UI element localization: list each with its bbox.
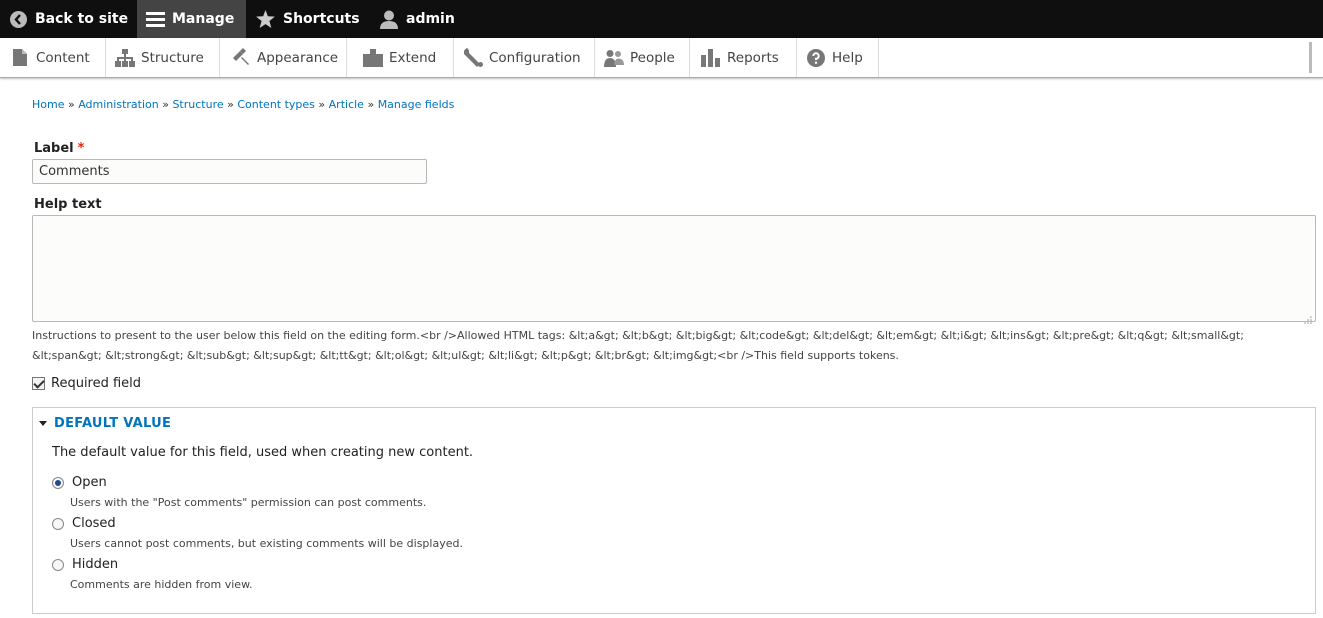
user-label: admin (406, 11, 455, 27)
admin-toolbar: Back to site Manage Shortcuts admin (0, 0, 1323, 38)
help-text-textarea[interactable] (32, 215, 1316, 324)
help-text-title: Help text (34, 197, 102, 212)
manage-tab[interactable]: Manage (137, 0, 246, 38)
tray-item-label: Help (832, 49, 863, 66)
tray-item-content[interactable]: Content (0, 38, 106, 77)
manage-label: Manage (172, 11, 235, 27)
star-icon (256, 10, 275, 28)
breadcrumb: Home » Administration » Structure » Cont… (32, 98, 454, 111)
tray-item-label: Extend (389, 49, 437, 66)
radio-description: Comments are hidden from view. (70, 578, 253, 591)
people-icon (604, 48, 624, 68)
tray-item-appearance[interactable]: Appearance (220, 38, 347, 77)
breadcrumb-separator: » (227, 98, 234, 111)
breadcrumb-manage-fields[interactable]: Manage fields (378, 98, 455, 111)
radio-description: Users with the "Post comments" permissio… (70, 496, 427, 509)
radio-label: Closed (72, 516, 116, 531)
tray-item-configuration[interactable]: Configuration (454, 38, 595, 77)
back-to-site-label: Back to site (35, 11, 129, 27)
tray-item-label: People (630, 49, 675, 66)
tray-item-label: Reports (727, 49, 779, 66)
sitemap-icon (115, 48, 135, 68)
default-value-toggle[interactable]: DEFAULT VALUE (39, 416, 171, 431)
radio-closed[interactable]: Closed (52, 516, 116, 531)
breadcrumb-administration[interactable]: Administration (78, 98, 159, 111)
tray-orientation-toggle[interactable] (1309, 42, 1312, 73)
radio-label: Open (72, 475, 107, 490)
breadcrumb-article[interactable]: Article (329, 98, 364, 111)
required-field-label: Required field (51, 376, 142, 391)
label-title-text: Label (34, 141, 74, 156)
file-icon (10, 48, 30, 68)
wrench-icon (463, 48, 483, 68)
admin-tray: Content Structure Appearance Extend Conf… (0, 38, 1323, 78)
label-field-title: Label * (34, 141, 84, 156)
radio-description: Users cannot post comments, but existing… (70, 537, 463, 550)
tray-item-reports[interactable]: Reports (690, 38, 797, 77)
breadcrumb-content-types[interactable]: Content types (237, 98, 315, 111)
required-marker: * (77, 141, 85, 156)
required-field-checkbox[interactable] (32, 377, 45, 390)
breadcrumb-structure[interactable]: Structure (172, 98, 223, 111)
breadcrumb-separator: » (367, 98, 375, 111)
shortcuts-label: Shortcuts (283, 11, 360, 27)
radio-label: Hidden (72, 557, 119, 572)
user-icon (380, 10, 398, 29)
breadcrumb-separator: » (67, 98, 75, 111)
tray-item-people[interactable]: People (595, 38, 690, 77)
paintbrush-icon (231, 48, 251, 68)
default-value-description: The default value for this field, used w… (52, 445, 474, 460)
default-value-legend: DEFAULT VALUE (54, 416, 172, 431)
puzzle-icon (363, 48, 383, 68)
tray-item-extend[interactable]: Extend (347, 38, 454, 77)
breadcrumb-separator: » (162, 98, 169, 111)
resize-grip-icon[interactable] (1303, 309, 1312, 324)
tray-item-label: Content (36, 49, 90, 66)
default-value-fieldset: DEFAULT VALUE The default value for this… (32, 407, 1316, 614)
tray-item-label: Structure (141, 49, 204, 66)
radio-open[interactable]: Open (52, 475, 107, 490)
radio-button-closed[interactable] (52, 517, 64, 530)
hamburger-icon (146, 11, 165, 28)
back-arrow-icon (10, 10, 27, 28)
help-icon (806, 48, 826, 68)
label-input[interactable] (32, 159, 427, 184)
back-to-site-link[interactable]: Back to site (0, 0, 136, 38)
tray-item-help[interactable]: Help (797, 38, 879, 77)
breadcrumb-separator: » (318, 98, 326, 111)
tray-item-structure[interactable]: Structure (106, 38, 220, 77)
caret-down-icon (39, 421, 47, 426)
tray-item-label: Appearance (257, 49, 339, 66)
bar-chart-icon (701, 48, 721, 68)
radio-hidden[interactable]: Hidden (52, 557, 118, 572)
required-field-checkbox-row[interactable]: Required field (32, 376, 141, 391)
radio-button-hidden[interactable] (52, 558, 64, 571)
shortcuts-tab[interactable]: Shortcuts (256, 0, 366, 38)
user-tab[interactable]: admin (380, 0, 460, 38)
help-text-description: Instructions to present to the user belo… (32, 329, 1244, 362)
breadcrumb-home[interactable]: Home (32, 98, 64, 111)
radio-button-open[interactable] (52, 476, 64, 489)
tray-item-label: Configuration (489, 49, 581, 66)
